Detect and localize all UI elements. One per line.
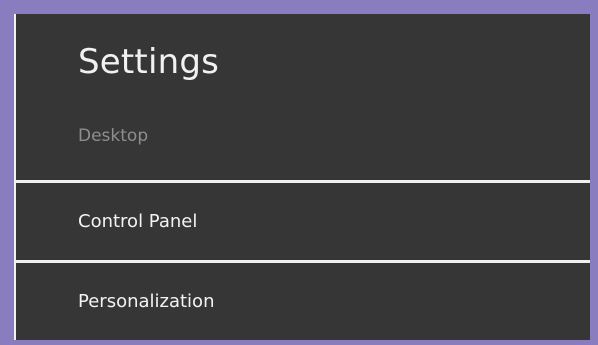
menu-item-label: Control Panel	[78, 211, 198, 232]
page-subtitle: Desktop	[78, 126, 149, 146]
menu-item-personalization[interactable]: Personalization	[16, 263, 590, 340]
menu-item-label: Personalization	[78, 291, 215, 312]
settings-header: Settings Desktop	[16, 14, 590, 180]
page-title: Settings	[78, 42, 220, 82]
menu-item-control-panel[interactable]: Control Panel	[16, 183, 590, 260]
window-frame: Settings Desktop Control Panel Personali…	[0, 0, 598, 345]
settings-panel: Settings Desktop Control Panel Personali…	[14, 14, 590, 340]
